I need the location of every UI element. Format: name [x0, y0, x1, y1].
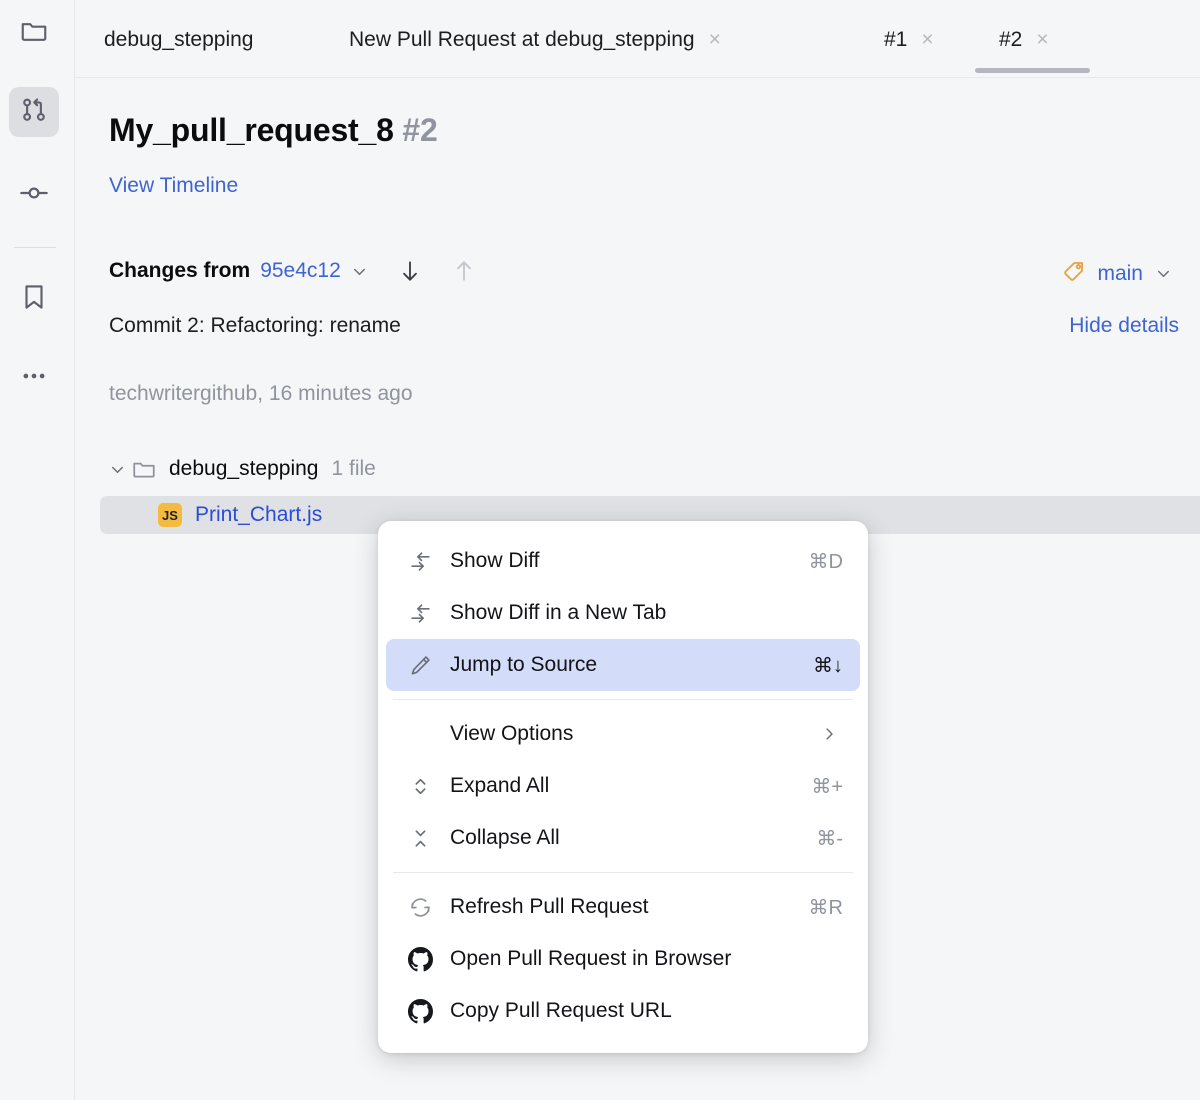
- expand-all-icon: [408, 774, 442, 799]
- rail-item-pull-requests[interactable]: [9, 87, 59, 137]
- menu-item-copy-pull-request-url[interactable]: Copy Pull Request URL: [386, 985, 860, 1037]
- editor-tab-bar: debug_stepping New Pull Request at debug…: [75, 0, 1200, 78]
- branch-selector[interactable]: main: [1062, 258, 1173, 289]
- tool-window-icon-rail: [0, 0, 75, 1100]
- tab-pr-1[interactable]: #1 ×: [880, 0, 938, 78]
- menu-divider: [393, 872, 853, 873]
- menu-item-refresh-pull-request[interactable]: Refresh Pull Request ⌘R: [386, 881, 860, 933]
- next-change-button[interactable]: [397, 258, 423, 284]
- tab-close-icon[interactable]: ×: [709, 29, 721, 50]
- chevron-down-icon[interactable]: [350, 262, 369, 281]
- menu-item-label: Show Diff in a New Tab: [450, 601, 666, 625]
- menu-item-show-diff[interactable]: Show Diff ⌘D: [386, 535, 860, 587]
- rail-item-project[interactable]: [9, 8, 59, 58]
- commit-message: Commit 2: Refactoring: rename: [109, 314, 401, 338]
- tab-label: #2: [999, 29, 1022, 50]
- tab-debug-stepping[interactable]: debug_stepping: [100, 0, 257, 78]
- menu-item-collapse-all[interactable]: Collapse All ⌘-: [386, 812, 860, 864]
- menu-item-label: Expand All: [450, 774, 549, 798]
- tab-close-icon[interactable]: ×: [1036, 29, 1048, 50]
- commit-hash-selector[interactable]: 95e4c12: [260, 259, 341, 283]
- hide-details-link[interactable]: Hide details: [1069, 314, 1179, 338]
- github-icon: [408, 999, 442, 1024]
- tree-folder-row[interactable]: debug_stepping 1 file: [103, 456, 376, 482]
- commit-author-line: techwritergithub, 16 minutes ago: [109, 382, 413, 406]
- menu-item-label: Copy Pull Request URL: [450, 999, 672, 1023]
- branch-name: main: [1097, 262, 1143, 286]
- tab-new-pull-request[interactable]: New Pull Request at debug_stepping ×: [345, 0, 725, 78]
- folder-file-count: 1 file: [331, 457, 375, 481]
- menu-item-expand-all[interactable]: Expand All ⌘+: [386, 760, 860, 812]
- pr-number: #2: [402, 112, 437, 148]
- rail-divider: [14, 247, 56, 248]
- diff-icon: [408, 601, 442, 626]
- collapse-all-icon: [408, 826, 442, 851]
- js-file-icon: JS: [158, 503, 182, 527]
- pull-request-icon: [19, 95, 49, 130]
- menu-item-label: Collapse All: [450, 826, 560, 850]
- chevron-down-icon[interactable]: [1154, 264, 1173, 283]
- rail-item-bookmarks[interactable]: [9, 274, 59, 324]
- menu-item-shortcut: ⌘R: [809, 895, 843, 920]
- pr-title-text: My_pull_request_8: [109, 112, 394, 148]
- chevron-right-icon: [820, 725, 838, 743]
- menu-item-show-diff-new-tab[interactable]: Show Diff in a New Tab: [386, 587, 860, 639]
- changes-from-row: Changes from 95e4c12: [109, 258, 477, 284]
- folder-icon: [131, 456, 157, 482]
- menu-item-jump-to-source[interactable]: Jump to Source ⌘↓: [386, 639, 860, 691]
- folder-icon: [19, 16, 49, 51]
- active-tab-indicator: [975, 68, 1090, 73]
- more-icon: [19, 361, 49, 396]
- tab-pr-2[interactable]: #2 ×: [995, 0, 1053, 78]
- github-icon: [408, 947, 442, 972]
- previous-change-button[interactable]: [451, 258, 477, 284]
- menu-item-shortcut: ⌘+: [811, 774, 843, 799]
- menu-item-label: Show Diff: [450, 549, 540, 573]
- menu-item-shortcut: ⌘↓: [813, 653, 843, 678]
- menu-item-shortcut: ⌘D: [809, 549, 843, 574]
- menu-item-label: Open Pull Request in Browser: [450, 947, 731, 971]
- changes-from-label: Changes from: [109, 259, 250, 283]
- context-menu: Show Diff ⌘D Show Diff in a New Tab Jump…: [378, 521, 868, 1053]
- view-timeline-link[interactable]: View Timeline: [109, 174, 238, 198]
- menu-divider: [393, 699, 853, 700]
- menu-item-label: View Options: [450, 722, 573, 746]
- menu-item-shortcut: ⌘-: [816, 826, 843, 851]
- pencil-icon: [408, 653, 442, 678]
- refresh-icon: [408, 895, 442, 920]
- tab-label: #1: [884, 29, 907, 50]
- file-name: Print_Chart.js: [195, 503, 322, 527]
- menu-item-open-pull-request-in-browser[interactable]: Open Pull Request in Browser: [386, 933, 860, 985]
- rail-item-commits[interactable]: [9, 170, 59, 220]
- rail-item-more[interactable]: [9, 353, 59, 403]
- menu-item-view-options[interactable]: View Options: [386, 708, 860, 760]
- menu-item-label: Refresh Pull Request: [450, 895, 648, 919]
- pull-request-tool-window: debug_stepping New Pull Request at debug…: [0, 0, 1200, 1100]
- menu-item-label: Jump to Source: [450, 653, 597, 677]
- tab-close-icon[interactable]: ×: [921, 29, 933, 50]
- tab-label: New Pull Request at debug_stepping: [349, 29, 695, 50]
- chevron-down-icon[interactable]: [103, 460, 131, 479]
- bookmark-icon: [19, 282, 49, 317]
- folder-name: debug_stepping: [169, 457, 318, 481]
- diff-icon: [408, 549, 442, 574]
- commit-icon: [18, 177, 50, 214]
- tab-label: debug_stepping: [104, 29, 253, 50]
- tag-icon: [1062, 258, 1088, 289]
- page-title: My_pull_request_8 #2: [109, 112, 438, 149]
